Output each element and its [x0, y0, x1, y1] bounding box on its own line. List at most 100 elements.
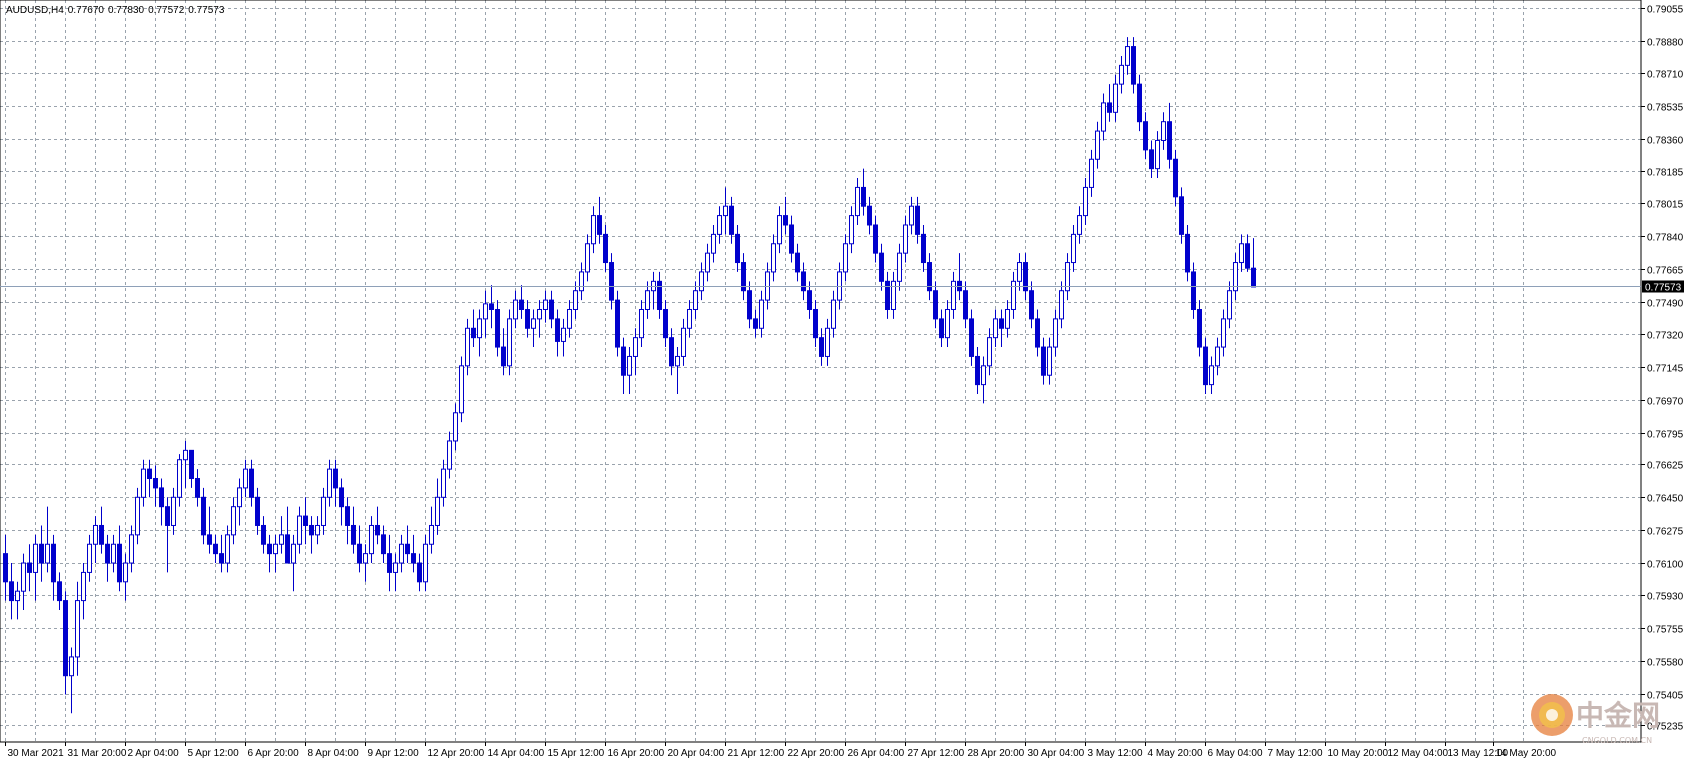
candle-body	[255, 496, 260, 526]
price-tick-label: 0.76625	[1647, 461, 1684, 472]
candle-body	[513, 299, 518, 320]
candle-body	[1005, 308, 1010, 329]
candle-body	[591, 215, 596, 245]
candle-body	[3, 553, 8, 583]
candle-body	[1077, 215, 1082, 235]
price-tick-label: 0.78710	[1647, 70, 1684, 81]
candle-body	[393, 562, 398, 573]
candle-body	[783, 215, 788, 226]
candle-body	[1107, 102, 1112, 113]
chart-canvas[interactable]: 0.79055 0.78880 0.78710 0.78535 0.78360 0.781…	[0, 0, 1684, 763]
price-tick-label: 0.78880	[1647, 38, 1684, 49]
time-tick-label: 31 Mar 20:00	[68, 748, 127, 759]
candle-body	[75, 600, 80, 658]
symbol-info: AUDUSD,H4 0.77670 0.77830 0.77572 0.77573	[6, 5, 228, 16]
time-tick-label: 14 Apr 04:00	[488, 748, 545, 759]
time-tick-label: 30 Apr 04:00	[1028, 748, 1085, 759]
candle-body	[225, 534, 230, 564]
price-tick-label: 0.77145	[1647, 364, 1684, 375]
candle-body	[615, 299, 620, 348]
candle-body	[99, 524, 104, 545]
candle-body	[309, 524, 314, 536]
candle-body	[849, 215, 854, 245]
price-tick-label: 0.78185	[1647, 168, 1684, 179]
price-tick-label: 0.79055	[1647, 5, 1684, 16]
candle-body	[153, 478, 158, 489]
candle-body	[435, 496, 440, 526]
candle-body	[1185, 233, 1190, 273]
candle-body	[519, 299, 524, 310]
price-tick-label: 0.78360	[1647, 136, 1684, 147]
candle-body	[1101, 102, 1106, 132]
candle-body	[939, 318, 944, 339]
candle	[615, 290, 620, 357]
candle-body	[531, 318, 536, 329]
candle-body	[543, 299, 548, 310]
candle-body	[567, 308, 572, 329]
candle-body	[333, 468, 338, 489]
candle-body	[633, 337, 638, 357]
candle-body	[609, 262, 614, 301]
candle-body	[387, 553, 392, 573]
candle	[459, 356, 464, 423]
candle-body	[195, 478, 200, 498]
candle-body	[969, 318, 974, 357]
candle-body	[975, 355, 980, 386]
candle-body	[1173, 158, 1178, 198]
candle-body	[597, 215, 602, 235]
time-tick-label: 28 Apr 20:00	[968, 748, 1025, 759]
candle-body	[1119, 64, 1124, 85]
candle-body	[243, 468, 248, 489]
time-tick-label: 15 Apr 12:00	[548, 748, 605, 759]
candle-body	[33, 543, 38, 573]
candle-body	[189, 449, 194, 480]
candle-body	[303, 515, 308, 526]
candle-body	[315, 524, 320, 536]
candle-body	[759, 299, 764, 329]
candle-body	[621, 346, 626, 376]
time-tick-label: 9 Apr 12:00	[368, 748, 420, 759]
candle-body	[87, 543, 92, 573]
candle-body	[963, 290, 968, 320]
watermark-text: 中金网	[1576, 699, 1660, 732]
price-chart[interactable]: 0.79055 0.78880 0.78710 0.78535 0.78360 0.781…	[0, 0, 1684, 763]
high-value: 0.77830	[107, 5, 145, 16]
price-tick-label: 0.76795	[1647, 430, 1684, 441]
candle-body	[1131, 46, 1136, 85]
candle-body	[165, 506, 170, 526]
candle-body	[819, 337, 824, 357]
candle-body	[831, 299, 836, 329]
candle-body	[177, 459, 182, 498]
candle-body	[477, 318, 482, 339]
candle-body	[135, 496, 140, 536]
candle-body	[15, 590, 20, 602]
candle-body	[933, 290, 938, 320]
candle-body	[63, 600, 68, 677]
candle-body	[945, 308, 950, 339]
candle-body	[357, 543, 362, 564]
time-tick-label: 10 May 20:00	[1328, 748, 1389, 759]
candle-body	[999, 318, 1004, 329]
candle-body	[789, 224, 794, 254]
candle-body	[1143, 121, 1148, 151]
candle-body	[285, 534, 290, 564]
candle-body	[1191, 271, 1196, 310]
candle-body	[909, 205, 914, 226]
candle-body	[27, 562, 32, 573]
candle-body	[369, 524, 374, 555]
candle-body	[1113, 83, 1118, 113]
candle-body	[843, 243, 848, 273]
candle-body	[549, 299, 554, 320]
candle-body	[723, 205, 728, 217]
candle-body	[249, 468, 254, 498]
candle-body	[345, 506, 350, 526]
time-tick-label: 6 Apr 20:00	[248, 748, 300, 759]
candle-body	[717, 215, 722, 235]
candle-body	[1089, 158, 1094, 188]
candle-body	[207, 534, 212, 545]
candle-body	[1167, 121, 1172, 160]
candle-body	[69, 656, 74, 677]
time-tick-label: 7 May 12:00	[1268, 748, 1323, 759]
time-tick-label: 4 May 20:00	[1148, 748, 1203, 759]
candle-body	[261, 524, 266, 545]
